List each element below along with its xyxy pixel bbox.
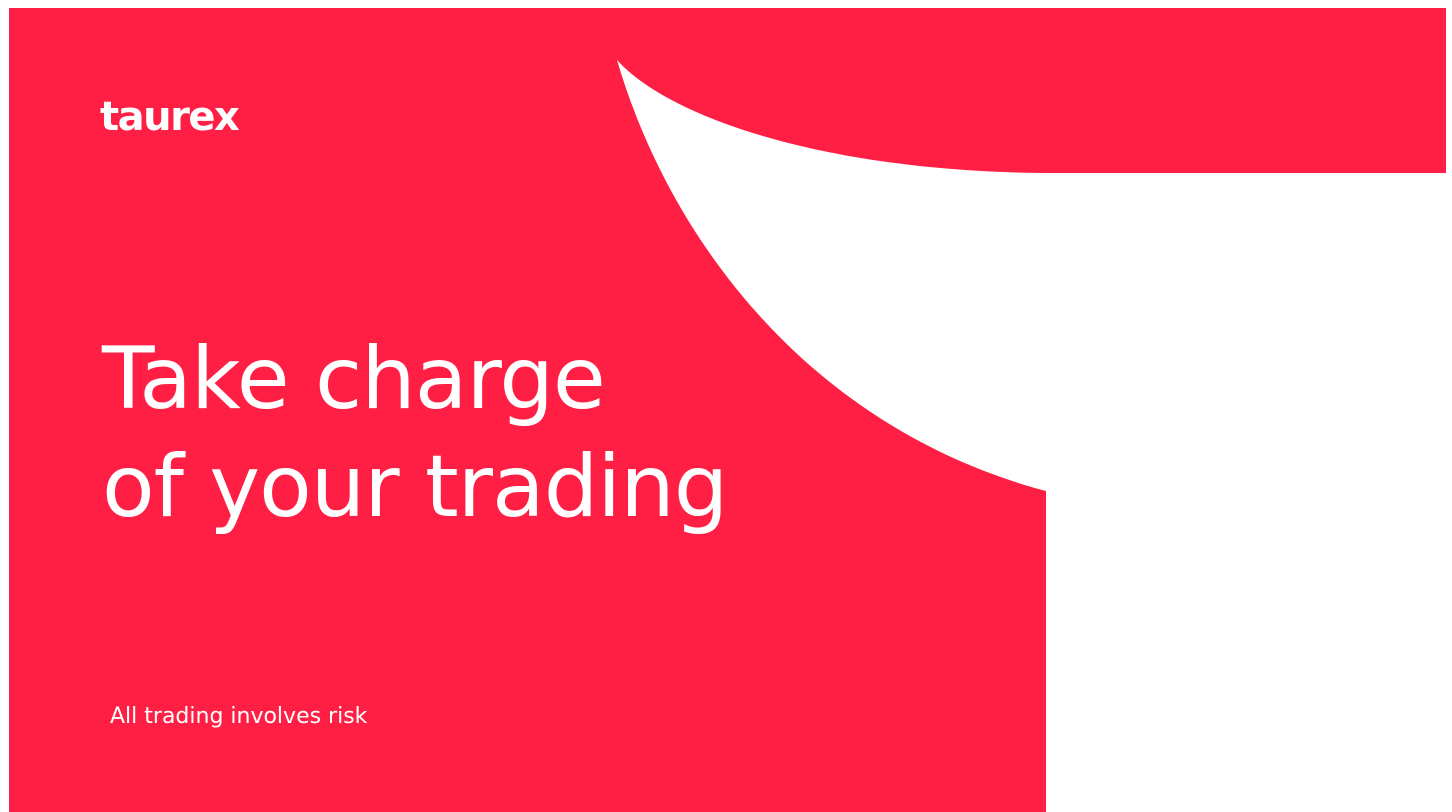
headline-line-2: of your trading (102, 437, 728, 537)
promo-banner: taurex Take charge of your trading All t… (9, 8, 1446, 812)
taurex-logo: taurex (100, 94, 240, 140)
risk-disclaimer: All trading involves risk (110, 704, 368, 729)
headline: Take charge of your trading (102, 325, 728, 541)
headline-line-1: Take charge (102, 329, 606, 429)
